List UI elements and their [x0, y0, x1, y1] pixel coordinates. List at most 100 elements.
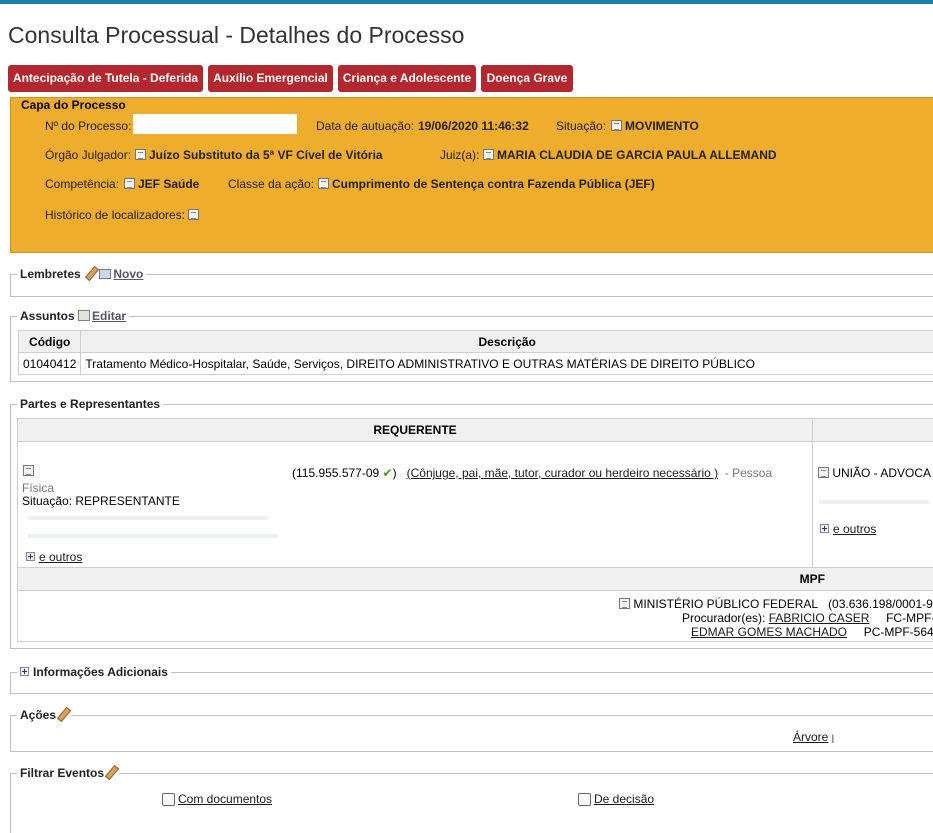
competencia-label: Competência: [45, 177, 119, 191]
informacoes-adicionais-title: Informações Adicionais [33, 665, 168, 679]
requerente-cell: (115.955.577-09 ✔) (Cônjuge, pai, mãe, t… [17, 441, 813, 568]
competencia-value: JEF Saúde [138, 177, 199, 191]
check-icon: ✔ [383, 466, 393, 480]
com-documentos-checkbox[interactable] [162, 793, 175, 806]
data-autuacao-value: 19/06/2020 11:46:32 [418, 119, 529, 133]
situacao-label: Situação: [556, 119, 606, 133]
info-icon[interactable] [611, 120, 622, 131]
juiz-value: MARIA CLAUDIA DE GARCIA PAULA ALLEMAND [497, 148, 777, 162]
descricao-cell: Tratamento Médico-Hospitalar, Saúde, Ser… [81, 353, 933, 375]
filtrar-eventos-legend: Filtrar Eventos [17, 766, 119, 780]
mpf-name: MINISTÉRIO PÚBLICO FEDERAL [633, 597, 818, 611]
juiz-label: Juiz(a): [440, 148, 479, 162]
codigo-header: Código [19, 331, 81, 353]
de-decisao-label[interactable]: De decisão [594, 792, 654, 806]
table-header-row: Código Descrição [19, 331, 933, 353]
acoes-title: Ações [20, 708, 56, 722]
situacao-value: MOVIMENTO [625, 119, 699, 133]
assuntos-editar-link[interactable]: Editar [92, 309, 126, 323]
info-icon[interactable] [188, 209, 199, 220]
com-documentos-option[interactable]: Com documentos [162, 792, 272, 806]
requerente-outros-link[interactable]: e outros [39, 550, 82, 564]
mpf-cell: MINISTÉRIO PÚBLICO FEDERAL (03.636.198/0… [17, 590, 933, 642]
requerido-header [812, 418, 933, 442]
person-info-icon[interactable] [23, 465, 34, 476]
requerente-cpf-close: ) [393, 466, 397, 480]
historico-localizadores-field: Histórico de localizadores: [45, 208, 202, 222]
requerente-cpf: (115.955.577-09 [292, 466, 379, 480]
requerido-outros[interactable]: e outros [820, 522, 876, 536]
assuntos-table: Código Descrição 01040412 Tratamento Méd… [18, 330, 933, 375]
expand-icon[interactable] [820, 524, 829, 533]
classe-acao-field: Cumprimento de Sentença contra Fazenda P… [318, 177, 655, 191]
pencil-icon[interactable] [56, 708, 68, 720]
info-icon[interactable] [318, 178, 329, 189]
info-icon[interactable] [124, 178, 135, 189]
informacoes-adicionais-legend[interactable]: Informações Adicionais [17, 665, 171, 679]
assuntos-title: Assuntos [20, 309, 75, 323]
requerido-outros-link[interactable]: e outros [833, 522, 876, 536]
top-accent-bar [0, 0, 933, 4]
table-row: 01040412 Tratamento Médico-Hospitalar, S… [19, 353, 933, 375]
acoes-legend: Ações [17, 708, 71, 722]
expand-icon[interactable] [20, 667, 29, 676]
classe-acao-label: Classe da ação: [228, 177, 314, 191]
redacted-text [28, 516, 268, 520]
new-note-icon [99, 269, 111, 279]
requerente-situacao: Situação: REPRESENTANTE [22, 494, 180, 508]
requerente-tipo: - Pessoa [725, 466, 772, 480]
tag-auxilio-emergencial[interactable]: Auxílio Emergencial [208, 65, 333, 92]
descricao-header: Descrição [81, 331, 933, 353]
capa-legend: Capa do Processo [20, 98, 127, 112]
acoes-links: Árvore | [793, 730, 834, 744]
requerente-header: REQUERENTE [17, 418, 813, 442]
requerente-tipo-cont: Física [22, 481, 54, 495]
arvore-link[interactable]: Árvore [793, 730, 828, 744]
tag-doenca-grave[interactable]: Doença Grave [481, 65, 573, 92]
requerido-cell: UNIÃO - ADVOCA e outros [812, 441, 933, 568]
procurador-2-link[interactable]: EDMAR GOMES MACHADO [691, 625, 847, 639]
assuntos-legend: Assuntos Editar [17, 309, 129, 323]
mpf-line: MINISTÉRIO PÚBLICO FEDERAL (03.636.198/0… [619, 597, 933, 611]
info-icon[interactable] [483, 149, 494, 160]
lembretes-section: Lembretes Novo [10, 274, 933, 297]
procurador-label: Procurador(es): [682, 611, 765, 625]
redacted-text [28, 534, 278, 538]
de-decisao-checkbox[interactable] [578, 793, 591, 806]
filtrar-eventos-title: Filtrar Eventos [20, 766, 104, 780]
procurador-1-link[interactable]: FABRICIO CASER [769, 611, 870, 625]
pencil-icon[interactable] [84, 267, 96, 279]
acoes-section: Ações Árvore | [10, 715, 933, 752]
de-decisao-option[interactable]: De decisão [578, 792, 654, 806]
mpf-cnpj: (03.636.198/0001-9 [828, 597, 933, 611]
redacted-text [819, 500, 929, 504]
requerente-relacao-link[interactable]: (Cônjuge, pai, mãe, tutor, curador ou he… [407, 466, 719, 480]
lembretes-novo-link[interactable]: Novo [113, 267, 143, 281]
orgao-julgador-field: Juízo Substituto da 5ª VF Cível de Vitór… [135, 148, 383, 162]
com-documentos-label[interactable]: Com documentos [178, 792, 272, 806]
mpf-header: MPF [17, 567, 933, 591]
tag-crianca-adolescente[interactable]: Criança e Adolescente [338, 65, 476, 92]
classe-acao-value: Cumprimento de Sentença contra Fazenda P… [332, 177, 655, 191]
codigo-cell: 01040412 [19, 353, 81, 375]
link-separator: | [832, 733, 834, 743]
person-info-icon[interactable] [818, 467, 829, 478]
requerente-outros[interactable]: e outros [26, 550, 82, 564]
partes-legend: Partes e Representantes [17, 397, 163, 411]
competencia-field: JEF Saúde [124, 177, 199, 191]
entity-info-icon[interactable] [619, 598, 630, 609]
edit-icon [78, 310, 90, 321]
juiz-field: MARIA CLAUDIA DE GARCIA PAULA ALLEMAND [483, 148, 777, 162]
requerido-line: UNIÃO - ADVOCA [818, 466, 931, 480]
lembretes-title: Lembretes [20, 267, 81, 281]
lembretes-legend: Lembretes Novo [17, 267, 146, 281]
pencil-icon[interactable] [104, 766, 116, 778]
numero-processo-label: Nº do Processo: [45, 119, 131, 133]
procurador-1-code: FC-MPF- [886, 611, 933, 625]
expand-icon[interactable] [26, 552, 35, 561]
requerido-name: UNIÃO - ADVOCA [832, 466, 931, 480]
tag-antecipacao-tutela[interactable]: Antecipação de Tutela - Deferida [8, 65, 203, 92]
data-autuacao-label: Data de autuação: [316, 119, 414, 133]
numero-processo-value [133, 114, 297, 134]
info-icon[interactable] [135, 149, 146, 160]
